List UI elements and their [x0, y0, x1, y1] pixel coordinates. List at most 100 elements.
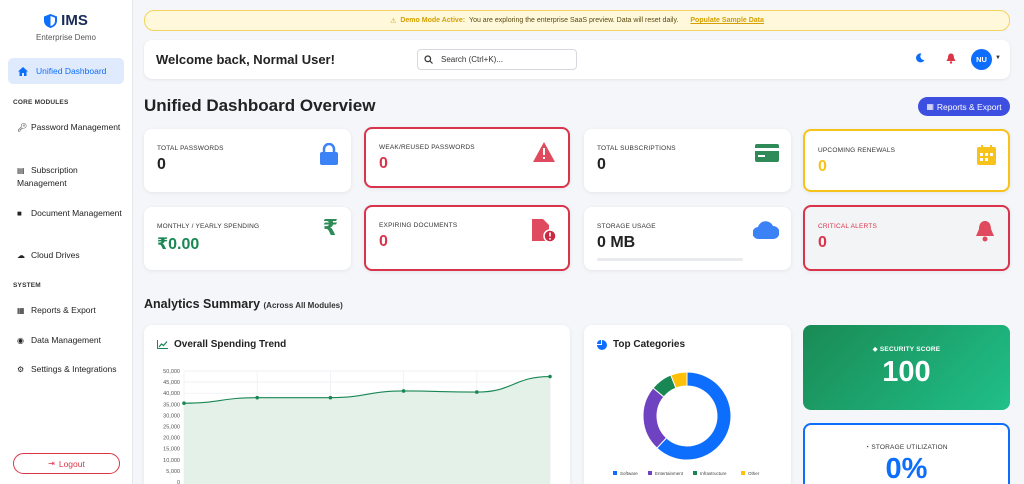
shield-logo-icon — [44, 13, 58, 28]
card-upcoming-renewals[interactable]: UPCOMING RENEWALS 0 — [803, 129, 1010, 192]
sidebar-item-reports-export[interactable]: ▦ Reports & Export — [17, 304, 127, 317]
shield-icon: ◆ — [872, 346, 878, 353]
section-label-core: CORE MODULES — [13, 99, 69, 106]
y-tick-label: 45,000 — [163, 380, 180, 386]
card-critical-alerts[interactable]: CRITICAL ALERTS 0 — [803, 205, 1010, 271]
spending-trend-panel: Overall Spending Trend 50,000 45,000 40,00… — [144, 325, 570, 484]
legend-label: Other — [748, 471, 760, 476]
sidebar-item-subscription-management[interactable]: ▤ Subscription Management — [17, 164, 127, 190]
welcome-text: Welcome back, Normal User! — [156, 52, 335, 67]
y-tick-label: 25,000 — [163, 425, 180, 431]
document-alert-icon — [532, 219, 556, 243]
card-value: ₹0.00 — [157, 236, 200, 253]
cloud-icon — [753, 221, 779, 239]
card-label: UPCOMING RENEWALS — [818, 147, 896, 154]
card-value: 0 — [818, 158, 827, 175]
card-total-passwords[interactable]: TOTAL PASSWORDS 0 — [144, 129, 351, 192]
donut-slice — [642, 387, 668, 449]
warning-triangle-icon — [533, 142, 555, 162]
legend-swatch — [613, 471, 617, 475]
data-point — [475, 390, 479, 394]
card-value: 0 — [818, 234, 827, 251]
rupee-icon: ₹ — [322, 215, 338, 240]
sidebar-item-label: Unified Dashboard — [36, 66, 107, 76]
chevron-down-icon[interactable]: ▼ — [995, 55, 1001, 61]
sidebar-item-unified-dashboard[interactable]: Unified Dashboard — [8, 58, 124, 84]
populate-sample-data-link[interactable]: Populate Sample Data — [690, 17, 764, 24]
y-tick-label: 20,000 — [163, 436, 180, 442]
security-score-label: SECURITY SCORE — [879, 346, 941, 353]
demo-banner: ⚠ Demo Mode Active: You are exploring th… — [144, 10, 1010, 31]
card-label: STORAGE USAGE — [597, 223, 656, 230]
reports-export-button[interactable]: ▦ Reports & Export — [918, 97, 1010, 116]
card-total-subscriptions[interactable]: TOTAL SUBSCRIPTIONS 0 — [584, 129, 791, 192]
sidebar-item-settings-integrations[interactable]: ⚙ Settings & Integrations — [17, 363, 127, 376]
card-value: 0 — [597, 156, 606, 173]
sidebar-item-label: Document Management — [31, 208, 122, 218]
y-tick-label: 15,000 — [163, 447, 180, 453]
logout-button[interactable]: ⇥ Logout — [13, 453, 120, 474]
lock-icon — [320, 143, 338, 165]
card-value: 0 — [379, 233, 388, 250]
legend-label: Entertainment — [655, 471, 684, 476]
logout-label: Logout — [58, 458, 85, 469]
bell-icon — [976, 221, 994, 242]
data-point — [401, 389, 406, 393]
security-score-card[interactable]: ◆ SECURITY SCORE 100 — [803, 325, 1010, 410]
card-value: 0 MB — [597, 234, 636, 251]
search-placeholder: Search (Ctrl+K)... — [441, 55, 504, 64]
card-label: EXPIRING DOCUMENTS — [379, 222, 458, 229]
y-tick-label: 0 — [177, 480, 180, 484]
banner-text: You are exploring the enterprise SaaS pr… — [469, 17, 679, 24]
legend-swatch — [693, 471, 697, 475]
card-value: 0 — [157, 156, 166, 173]
storage-progress-bar — [597, 258, 743, 261]
card-label: TOTAL PASSWORDS — [157, 145, 224, 152]
sidebar-item-cloud-drives[interactable]: ☁ Cloud Drives — [17, 249, 127, 262]
top-header: Welcome back, Normal User! Search (Ctrl+… — [144, 40, 1010, 79]
data-point — [548, 374, 552, 379]
sidebar-item-data-management[interactable]: ◉ Data Management — [17, 334, 127, 347]
search-input[interactable]: Search (Ctrl+K)... — [417, 49, 577, 70]
sidebar-item-label: Data Management — [31, 335, 101, 345]
data-point — [255, 395, 259, 400]
legend-label: Infrastructure — [700, 471, 727, 476]
top-categories-panel: Top Categories Software Entertainment Infr… — [584, 325, 791, 484]
y-tick-label: 5,000 — [166, 469, 180, 475]
sidebar-item-password-management[interactable]: 🔑︎ Password Management — [17, 121, 127, 134]
calendar-icon — [977, 145, 996, 165]
card-spending[interactable]: MONTHLY / YEARLY SPENDING ₹0.00 ₹ — [144, 207, 351, 270]
sidebar-item-document-management[interactable]: ■ Document Management — [17, 207, 127, 220]
storage-util-label-row: ◔ STORAGE UTILIZATION — [805, 444, 1008, 451]
page-title: Unified Dashboard Overview — [144, 96, 376, 115]
security-score-label-row: ◆ SECURITY SCORE — [803, 345, 1010, 353]
analytics-heading: Analytics Summary (Across All Modules) — [144, 297, 343, 311]
y-tick-label: 50,000 — [163, 369, 180, 375]
search-icon — [424, 55, 433, 64]
banner-strong: Demo Mode Active: — [400, 17, 466, 24]
folder-icon: ■ — [17, 209, 22, 218]
legend-swatch — [648, 471, 652, 475]
key-icon: 🔑︎ — [17, 123, 28, 132]
card-weak-passwords[interactable]: WEAK/REUSED PASSWORDS 0 — [364, 127, 570, 188]
reports-export-label: Reports & Export — [936, 101, 1002, 112]
storage-utilization-card[interactable]: ◔ STORAGE UTILIZATION 0% — [803, 423, 1010, 484]
brand: IMS Enterprise Demo — [0, 0, 132, 42]
avatar[interactable]: NU — [971, 49, 992, 70]
section-label-system: SYSTEM — [13, 282, 41, 289]
card-expiring-documents[interactable]: EXPIRING DOCUMENTS 0 — [364, 205, 570, 271]
credit-card-icon — [755, 144, 779, 162]
brand-subtitle: Enterprise Demo — [35, 33, 97, 42]
card-storage-usage[interactable]: STORAGE USAGE 0 MB — [584, 207, 791, 270]
data-point — [182, 401, 186, 405]
cloud-icon: ☁ — [17, 251, 25, 260]
warning-icon: ⚠ — [390, 17, 397, 25]
moon-icon[interactable] — [915, 53, 925, 63]
spending-area — [184, 376, 550, 484]
bell-icon[interactable] — [946, 53, 956, 64]
y-tick-label: 40,000 — [163, 391, 180, 397]
security-score-value: 100 — [882, 356, 931, 388]
gauge-icon: ◔ — [865, 444, 870, 451]
card-label: WEAK/REUSED PASSWORDS — [379, 144, 475, 151]
list-icon: ▤ — [17, 166, 25, 175]
